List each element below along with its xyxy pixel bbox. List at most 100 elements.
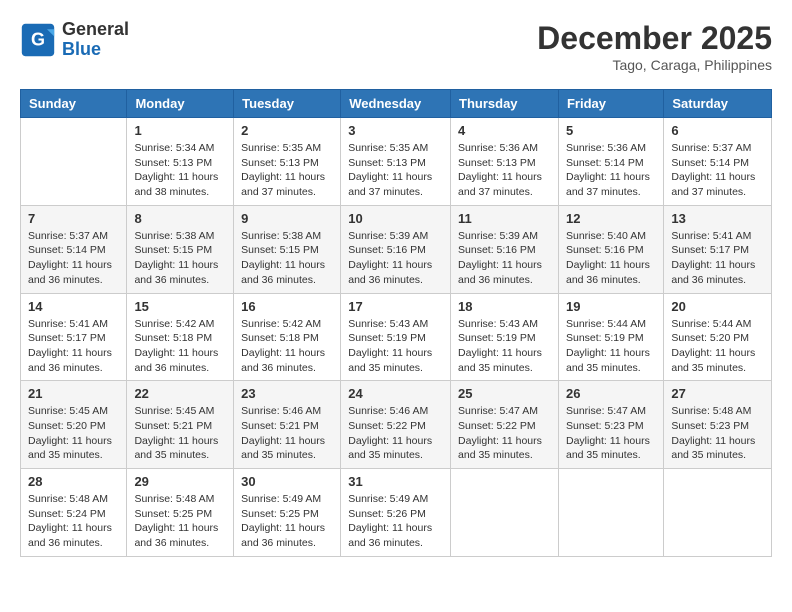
calendar-cell: 30 Sunrise: 5:49 AMSunset: 5:25 PMDayligh… [234,469,341,557]
day-number: 17 [348,299,443,314]
calendar-cell: 7 Sunrise: 5:37 AMSunset: 5:14 PMDaylight… [21,205,127,293]
calendar-cell: 29Sunrise: 5:48 AMSunset: 5:25 PMDayligh… [127,469,234,557]
day-info: Sunrise: 5:49 AMSunset: 5:25 PMDaylight:… [241,492,333,551]
day-number: 2 [241,123,333,138]
page-subtitle: Tago, Caraga, Philippines [537,57,772,73]
day-info: Sunrise: 5:38 AMSunset: 5:15 PMDaylight:… [134,229,226,288]
day-info: Sunrise: 5:38 AMSunset: 5:15 PMDaylight:… [241,229,333,288]
calendar-cell: 18 Sunrise: 5:43 AMSunset: 5:19 PMDayligh… [451,293,559,381]
day-number: 14 [28,299,119,314]
title-block: December 2025 Tago, Caraga, Philippines [537,20,772,73]
calendar-cell: 20Sunrise: 5:44 AMSunset: 5:20 PMDayligh… [664,293,772,381]
day-number: 18 [458,299,551,314]
calendar-header-row: SundayMondayTuesdayWednesdayThursdayFrid… [21,90,772,118]
calendar-cell: 8 Sunrise: 5:38 AMSunset: 5:15 PMDaylight… [127,205,234,293]
day-number: 27 [671,386,764,401]
day-number: 24 [348,386,443,401]
day-info: Sunrise: 5:40 AMSunset: 5:16 PMDaylight:… [566,229,656,288]
calendar-header-thursday: Thursday [451,90,559,118]
day-number: 28 [28,474,119,489]
calendar-cell: 26 Sunrise: 5:47 AMSunset: 5:23 PMDayligh… [558,381,663,469]
calendar-cell: 9 Sunrise: 5:38 AMSunset: 5:15 PMDaylight… [234,205,341,293]
calendar-cell: 15 Sunrise: 5:42 AMSunset: 5:18 PMDayligh… [127,293,234,381]
day-info: Sunrise: 5:44 AMSunset: 5:19 PMDaylight:… [566,317,656,376]
day-number: 11 [458,211,551,226]
day-info: Sunrise: 5:48 AMSunset: 5:25 PMDaylight:… [134,492,226,551]
day-number: 13 [671,211,764,226]
calendar-header-wednesday: Wednesday [341,90,451,118]
calendar-cell: 22 Sunrise: 5:45 AMSunset: 5:21 PMDayligh… [127,381,234,469]
day-number: 7 [28,211,119,226]
day-info: Sunrise: 5:42 AMSunset: 5:18 PMDaylight:… [134,317,226,376]
day-number: 15 [134,299,226,314]
day-info: Sunrise: 5:45 AMSunset: 5:20 PMDaylight:… [28,404,119,463]
calendar-cell: 23 Sunrise: 5:46 AMSunset: 5:21 PMDayligh… [234,381,341,469]
day-number: 19 [566,299,656,314]
calendar-cell: 24 Sunrise: 5:46 AMSunset: 5:22 PMDayligh… [341,381,451,469]
day-number: 9 [241,211,333,226]
day-number: 1 [134,123,226,138]
day-info: Sunrise: 5:48 AMSunset: 5:24 PMDaylight:… [28,492,119,551]
day-info: Sunrise: 5:49 AMSunset: 5:26 PMDaylight:… [348,492,443,551]
day-info: Sunrise: 5:46 AMSunset: 5:21 PMDaylight:… [241,404,333,463]
day-info: Sunrise: 5:48 AMSunset: 5:23 PMDaylight:… [671,404,764,463]
calendar-cell [451,469,559,557]
day-info: Sunrise: 5:37 AMSunset: 5:14 PMDaylight:… [28,229,119,288]
day-info: Sunrise: 5:35 AMSunset: 5:13 PMDaylight:… [348,141,443,200]
day-info: Sunrise: 5:35 AMSunset: 5:13 PMDaylight:… [241,141,333,200]
calendar-cell: 27 Sunrise: 5:48 AMSunset: 5:23 PMDayligh… [664,381,772,469]
calendar-cell [558,469,663,557]
calendar-cell: 12Sunrise: 5:40 AMSunset: 5:16 PMDayligh… [558,205,663,293]
day-number: 16 [241,299,333,314]
calendar-cell: 4 Sunrise: 5:36 AMSunset: 5:13 PMDaylight… [451,118,559,206]
calendar-cell: 10Sunrise: 5:39 AMSunset: 5:16 PMDayligh… [341,205,451,293]
day-number: 26 [566,386,656,401]
calendar-header-monday: Monday [127,90,234,118]
day-info: Sunrise: 5:39 AMSunset: 5:16 PMDaylight:… [458,229,551,288]
day-number: 23 [241,386,333,401]
calendar-cell: 2 Sunrise: 5:35 AMSunset: 5:13 PMDaylight… [234,118,341,206]
calendar-week-row: 1 Sunrise: 5:34 AMSunset: 5:13 PMDaylight… [21,118,772,206]
calendar-table: SundayMondayTuesdayWednesdayThursdayFrid… [20,89,772,557]
day-number: 31 [348,474,443,489]
calendar-cell: 14 Sunrise: 5:41 AMSunset: 5:17 PMDayligh… [21,293,127,381]
calendar-week-row: 7 Sunrise: 5:37 AMSunset: 5:14 PMDaylight… [21,205,772,293]
calendar-header-sunday: Sunday [21,90,127,118]
day-info: Sunrise: 5:42 AMSunset: 5:18 PMDaylight:… [241,317,333,376]
day-info: Sunrise: 5:43 AMSunset: 5:19 PMDaylight:… [458,317,551,376]
day-info: Sunrise: 5:37 AMSunset: 5:14 PMDaylight:… [671,141,764,200]
day-info: Sunrise: 5:41 AMSunset: 5:17 PMDaylight:… [28,317,119,376]
calendar-cell [664,469,772,557]
day-number: 22 [134,386,226,401]
day-info: Sunrise: 5:46 AMSunset: 5:22 PMDaylight:… [348,404,443,463]
calendar-cell: 13 Sunrise: 5:41 AMSunset: 5:17 PMDayligh… [664,205,772,293]
calendar-cell: 11 Sunrise: 5:39 AMSunset: 5:16 PMDayligh… [451,205,559,293]
page-header: G General Blue December 2025 Tago, Carag… [20,20,772,73]
day-info: Sunrise: 5:41 AMSunset: 5:17 PMDaylight:… [671,229,764,288]
day-info: Sunrise: 5:45 AMSunset: 5:21 PMDaylight:… [134,404,226,463]
day-info: Sunrise: 5:36 AMSunset: 5:14 PMDaylight:… [566,141,656,200]
calendar-header-friday: Friday [558,90,663,118]
calendar-cell: 19 Sunrise: 5:44 AMSunset: 5:19 PMDayligh… [558,293,663,381]
day-number: 8 [134,211,226,226]
calendar-cell: 5 Sunrise: 5:36 AMSunset: 5:14 PMDaylight… [558,118,663,206]
calendar-header-tuesday: Tuesday [234,90,341,118]
logo: G General Blue [20,20,129,60]
calendar-cell: 17 Sunrise: 5:43 AMSunset: 5:19 PMDayligh… [341,293,451,381]
calendar-week-row: 21Sunrise: 5:45 AMSunset: 5:20 PMDayligh… [21,381,772,469]
calendar-cell: 16 Sunrise: 5:42 AMSunset: 5:18 PMDayligh… [234,293,341,381]
day-number: 5 [566,123,656,138]
day-number: 20 [671,299,764,314]
calendar-cell: 31 Sunrise: 5:49 AMSunset: 5:26 PMDayligh… [341,469,451,557]
day-info: Sunrise: 5:36 AMSunset: 5:13 PMDaylight:… [458,141,551,200]
day-info: Sunrise: 5:34 AMSunset: 5:13 PMDaylight:… [134,141,226,200]
day-number: 4 [458,123,551,138]
logo-text: General Blue [62,20,129,60]
day-number: 25 [458,386,551,401]
day-info: Sunrise: 5:47 AMSunset: 5:23 PMDaylight:… [566,404,656,463]
calendar-cell: 25Sunrise: 5:47 AMSunset: 5:22 PMDayligh… [451,381,559,469]
day-number: 30 [241,474,333,489]
day-info: Sunrise: 5:43 AMSunset: 5:19 PMDaylight:… [348,317,443,376]
calendar-week-row: 28 Sunrise: 5:48 AMSunset: 5:24 PMDayligh… [21,469,772,557]
calendar-cell: 1 Sunrise: 5:34 AMSunset: 5:13 PMDaylight… [127,118,234,206]
